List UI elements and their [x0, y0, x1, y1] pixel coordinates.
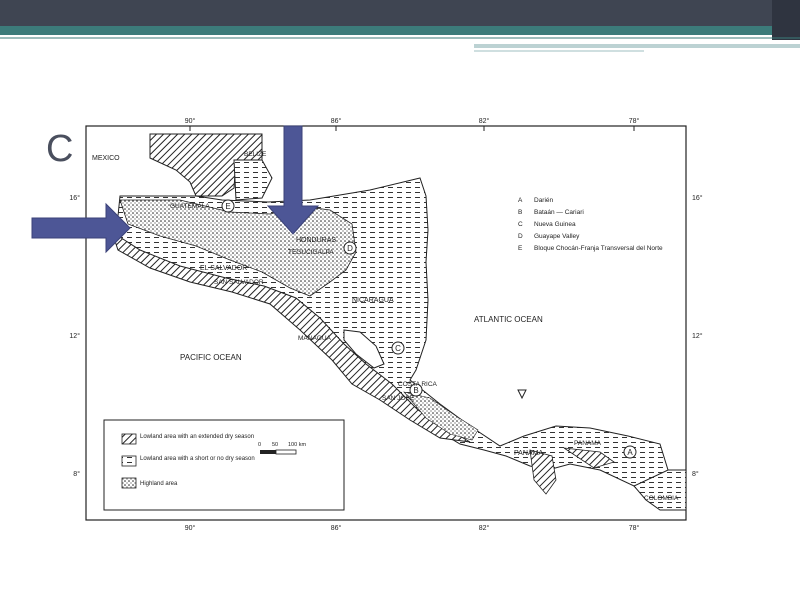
label-costa-rica: COSTA RICA — [398, 381, 438, 388]
legend-label-dry: Lowland area with an extended dry season — [140, 434, 254, 440]
tick-top-90: 90° — [185, 117, 196, 125]
tick-left-8: 8° — [73, 470, 80, 478]
label-tegucigalpa: TEGUCIGALPA — [288, 249, 334, 256]
scale-label-100: 100 km — [288, 442, 306, 448]
tick-right-12: 12° — [692, 332, 703, 340]
scale-label-50: 50 — [272, 442, 278, 448]
tick-top-86: 86° — [331, 117, 342, 125]
tick-bottom-82: 82° — [479, 524, 490, 532]
label-mexico: MEXICO — [92, 155, 120, 162]
svg-text:A: A — [627, 448, 633, 457]
tick-right-16: 16° — [692, 194, 703, 202]
scale-label-0: 0 — [258, 442, 261, 448]
label-panama-city: PANAMA — [574, 440, 602, 447]
tick-bottom-90: 90° — [185, 524, 196, 532]
legend-swatch-dots — [121, 477, 137, 489]
label-managua: MANAGUA — [298, 335, 332, 342]
central-america-map: 90° 86° 82° 78° 90° 86° 82° 78° 16° 12° … — [31, 117, 703, 532]
svg-text:C: C — [395, 344, 401, 353]
site-key-marker-b: B — [518, 209, 522, 216]
label-guatemala: GUATEMALA — [170, 203, 210, 210]
tick-bottom-78: 78° — [629, 524, 640, 532]
label-pacific-ocean: PACIFIC OCEAN — [180, 353, 242, 362]
tick-left-16: 16° — [69, 194, 80, 202]
tick-top-78: 78° — [629, 117, 640, 125]
label-san-jose: SAN JOSE — [382, 395, 415, 402]
site-marker-a: A — [623, 445, 637, 459]
label-honduras: HONDURAS — [296, 237, 336, 244]
label-nicaragua: NICARAGUA — [352, 297, 394, 304]
tick-top-82: 82° — [479, 117, 490, 125]
site-key-label-e: Bloque Chocán-Franja Transversal del Nor… — [534, 245, 663, 252]
site-key-label-d: Guayape Valley — [534, 233, 580, 240]
legend-label-wet: Lowland area with a short or no dry seas… — [140, 456, 255, 462]
tick-left-12: 12° — [69, 332, 80, 340]
legend-swatch-hatch — [121, 433, 137, 445]
site-key-marker-a: A — [518, 197, 523, 204]
site-key-label-a: Darién — [534, 197, 554, 204]
site-key-label-b: Bataán — Cariari — [534, 209, 584, 216]
label-panama-country: PANAMA — [514, 450, 543, 457]
svg-text:D: D — [347, 244, 353, 253]
site-key-marker-c: C — [518, 221, 523, 228]
site-marker-d: D — [343, 241, 357, 255]
label-atlantic-ocean: ATLANTIC OCEAN — [474, 315, 543, 324]
site-key-marker-d: D — [518, 233, 523, 240]
legend-label-highland: Highland area — [140, 481, 178, 487]
label-colombia: COLOMBIA — [644, 495, 679, 502]
site-marker-c: C — [391, 341, 405, 355]
site-marker-e: E — [221, 199, 235, 213]
tick-right-8: 8° — [692, 470, 699, 478]
legend-swatch-dash — [121, 455, 137, 467]
label-el-salvador: EL SALVADOR — [200, 265, 247, 272]
label-san-salvador: SAN SALVADOR — [214, 279, 264, 286]
site-key-marker-e: E — [518, 245, 523, 252]
map-legend: Lowland area with an extended dry season… — [103, 419, 345, 511]
tick-bottom-86: 86° — [331, 524, 342, 532]
label-belize: BELIZE — [244, 151, 267, 158]
site-key-label-c: Nueva Guinea — [534, 221, 576, 228]
svg-text:E: E — [225, 202, 230, 211]
